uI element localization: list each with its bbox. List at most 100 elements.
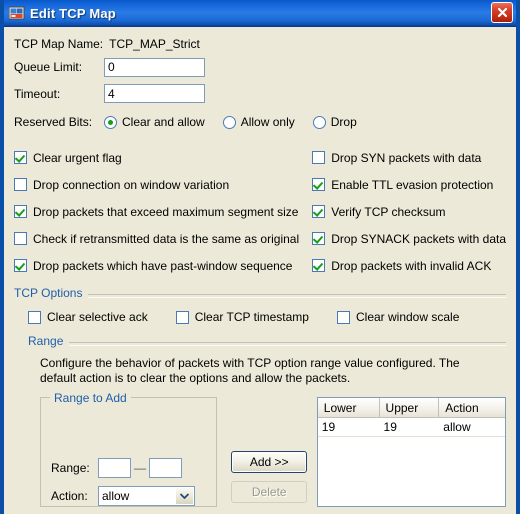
- range-separator: —: [134, 461, 146, 475]
- add-button[interactable]: Add >>: [231, 451, 308, 473]
- radio-drop-label: Drop: [330, 115, 357, 129]
- action-label: Action:: [51, 489, 88, 503]
- map-name-value: TCP_MAP_Strict: [109, 36, 200, 51]
- checkbox-drop-synack-packets-with-data-label: Drop SYNACK packets with data: [331, 231, 506, 246]
- checkbox-drop-syn-packets-with-data-box[interactable]: [312, 151, 326, 164]
- range-table[interactable]: Lower Upper Action 19 19 allow: [316, 397, 506, 507]
- tcp-options-group-title: TCP Options: [14, 286, 89, 300]
- cell-action: allow: [443, 420, 471, 434]
- checkbox-clear-urgent-flag-label: Clear urgent flag: [33, 150, 122, 165]
- chevron-down-icon[interactable]: [175, 488, 193, 504]
- checkbox-enable-ttl-evasion-protection[interactable]: Enable TTL evasion protection: [312, 171, 506, 198]
- flags-columns: Clear urgent flag Drop connection on win…: [14, 144, 506, 279]
- checkbox-check-retransmitted-data-box[interactable]: [14, 232, 27, 245]
- checkbox-drop-connection-window-variation[interactable]: Drop connection on window variation: [14, 171, 312, 198]
- checkbox-enable-ttl-evasion-protection-label: Enable TTL evasion protection: [331, 177, 494, 192]
- cell-upper: 19: [383, 420, 397, 434]
- checkbox-drop-packets-exceed-mss[interactable]: Drop packets that exceed maximum segment…: [14, 198, 312, 225]
- flags-column-right: Drop SYN packets with data Enable TTL ev…: [312, 144, 506, 279]
- action-select[interactable]: allow: [98, 486, 195, 506]
- range-table-header: Lower Upper Action: [317, 398, 505, 418]
- range-inputs-row: Range: —: [51, 458, 182, 478]
- reserved-bits-row: Reserved Bits: Clear and allow Allow onl…: [14, 109, 506, 135]
- checkbox-drop-packets-invalid-ack-box[interactable]: [312, 259, 326, 272]
- checkbox-drop-connection-window-variation-label: Drop connection on window variation: [33, 177, 230, 192]
- checkbox-clear-tcp-timestamp[interactable]: Clear TCP timestamp: [175, 310, 309, 324]
- title-bar: Edit TCP Map: [4, 0, 516, 27]
- checkbox-verify-tcp-checksum-label: Verify TCP checksum: [331, 204, 446, 219]
- checkbox-clear-selective-ack[interactable]: Clear selective ack: [28, 310, 148, 324]
- checkbox-verify-tcp-checksum-box[interactable]: [312, 205, 326, 218]
- checkbox-clear-window-scale[interactable]: Clear window scale: [336, 310, 460, 324]
- range-editor-area: Range to Add Range: — Action: allow Add …: [40, 391, 506, 507]
- range-group-divider: [28, 342, 506, 346]
- checkbox-check-retransmitted-data[interactable]: Check if retransmitted data is the same …: [14, 225, 312, 252]
- column-header-lower[interactable]: Lower: [318, 398, 380, 417]
- map-name-label: TCP Map Name:: [14, 36, 104, 51]
- queue-limit-label: Queue Limit:: [14, 60, 83, 74]
- tcp-map-icon: [8, 6, 25, 21]
- radio-allow-only-label: Allow only: [240, 115, 295, 129]
- table-row[interactable]: 19 19 allow: [317, 418, 505, 437]
- column-header-upper[interactable]: Upper: [380, 398, 440, 417]
- checkbox-drop-packets-invalid-ack[interactable]: Drop packets with invalid ACK: [312, 252, 506, 279]
- range-label: Range:: [51, 461, 90, 475]
- tcp-options-row: Clear selective ack Clear TCP timestamp …: [14, 310, 506, 324]
- timeout-input[interactable]: 4: [104, 84, 205, 103]
- checkbox-clear-tcp-timestamp-label: Clear TCP timestamp: [194, 310, 309, 324]
- checkbox-drop-past-window-sequence[interactable]: Drop packets which have past-window sequ…: [14, 252, 312, 279]
- checkbox-drop-synack-packets-with-data-box[interactable]: [312, 232, 326, 245]
- range-to-input[interactable]: [149, 458, 182, 478]
- close-button[interactable]: [491, 2, 513, 23]
- checkbox-drop-packets-exceed-mss-label: Drop packets that exceed maximum segment…: [33, 204, 299, 219]
- timeout-row: Timeout: 4: [14, 80, 506, 107]
- radio-clear-and-allow-icon[interactable]: [104, 115, 117, 129]
- checkbox-drop-syn-packets-with-data[interactable]: Drop SYN packets with data: [312, 144, 506, 171]
- checkbox-drop-packets-exceed-mss-box[interactable]: [14, 205, 27, 218]
- radio-allow-only-icon[interactable]: [222, 115, 236, 129]
- range-from-input[interactable]: [98, 458, 131, 478]
- checkbox-clear-urgent-flag-box[interactable]: [14, 151, 27, 164]
- range-group-title: Range: [28, 334, 70, 348]
- radio-clear-and-allow-label: Clear and allow: [122, 115, 205, 129]
- range-to-add-group: Range to Add Range: — Action: allow: [40, 391, 218, 507]
- checkbox-clear-tcp-timestamp-box[interactable]: [175, 310, 189, 324]
- map-name-row: TCP Map Name: TCP_MAP_Strict: [14, 33, 506, 54]
- checkbox-drop-syn-packets-with-data-label: Drop SYN packets with data: [331, 150, 482, 165]
- checkbox-clear-window-scale-box[interactable]: [336, 310, 350, 324]
- range-group-header: Range: [28, 334, 506, 351]
- checkbox-drop-synack-packets-with-data[interactable]: Drop SYNACK packets with data: [312, 225, 506, 252]
- radio-drop[interactable]: Drop: [312, 115, 357, 129]
- edit-tcp-map-dialog: Edit TCP Map TCP Map Name: TCP_MAP_Stric…: [0, 0, 520, 514]
- range-to-add-title: Range to Add: [50, 391, 131, 405]
- close-icon: [497, 7, 507, 18]
- checkbox-enable-ttl-evasion-protection-box[interactable]: [312, 178, 326, 191]
- checkbox-drop-past-window-sequence-box[interactable]: [14, 259, 27, 272]
- action-select-row: Action: allow: [51, 486, 195, 506]
- checkbox-clear-selective-ack-box[interactable]: [28, 310, 41, 324]
- checkbox-clear-selective-ack-label: Clear selective ack: [47, 310, 148, 324]
- tcp-options-group-header: TCP Options: [14, 286, 506, 303]
- checkbox-clear-window-scale-label: Clear window scale: [355, 310, 460, 324]
- dialog-content: TCP Map Name: TCP_MAP_Strict Queue Limit…: [4, 33, 516, 507]
- range-description: Configure the behavior of packets with T…: [40, 356, 460, 385]
- flags-column-left: Clear urgent flag Drop connection on win…: [14, 144, 312, 279]
- reserved-bits-label: Reserved Bits:: [14, 115, 93, 129]
- radio-drop-icon[interactable]: [312, 115, 326, 129]
- queue-limit-input[interactable]: 0: [104, 57, 205, 77]
- checkbox-check-retransmitted-data-label: Check if retransmitted data is the same …: [33, 231, 300, 246]
- checkbox-drop-packets-invalid-ack-label: Drop packets with invalid ACK: [331, 258, 492, 273]
- column-header-action[interactable]: Action: [439, 398, 505, 417]
- radio-allow-only[interactable]: Allow only: [222, 115, 295, 129]
- checkbox-drop-past-window-sequence-label: Drop packets which have past-window sequ…: [33, 258, 293, 273]
- checkbox-drop-connection-window-variation-box[interactable]: [14, 178, 27, 191]
- window-title: Edit TCP Map: [30, 5, 116, 21]
- checkbox-verify-tcp-checksum[interactable]: Verify TCP checksum: [312, 198, 506, 225]
- cell-lower: 19: [321, 420, 336, 434]
- radio-clear-and-allow[interactable]: Clear and allow: [104, 115, 205, 129]
- action-select-value: allow: [102, 489, 130, 503]
- timeout-label: Timeout:: [14, 86, 61, 101]
- checkbox-clear-urgent-flag[interactable]: Clear urgent flag: [14, 144, 312, 171]
- queue-limit-row: Queue Limit: 0: [14, 54, 506, 80]
- range-buttons-column: Add >> Delete: [217, 397, 317, 507]
